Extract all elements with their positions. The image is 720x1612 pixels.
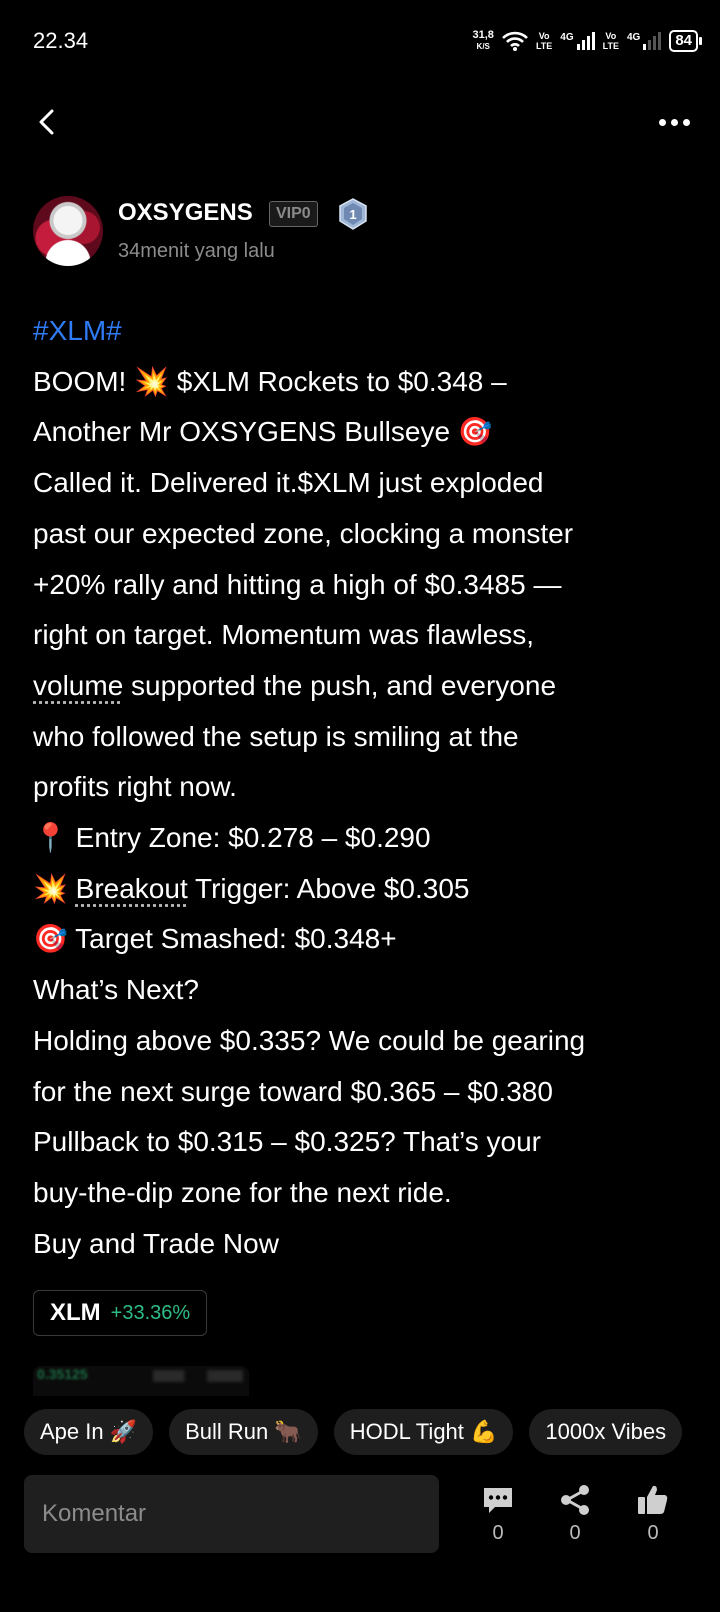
like-count: 0 [647,1522,659,1544]
image-blurred-content [153,1370,243,1382]
reaction-ape-in[interactable]: Ape In 🚀 [24,1409,154,1455]
back-button[interactable] [30,104,66,140]
post-image-preview[interactable]: 0.35125 [33,1366,249,1396]
post-line-rest: Trigger: Above $0.305 [187,872,470,904]
status-icons: 31,8 K/S Vo LTE 4G Vo LTE 4G 84 [473,26,702,56]
coin-change: +33.36% [110,1301,191,1324]
wifi-icon [502,31,528,51]
post-line: past our expected zone, clocking a monst… [33,517,574,549]
post-line: profits right now. [33,771,237,803]
thumbs-up-icon [638,1485,668,1514]
battery-icon: 84 [669,30,702,52]
comment-count: 0 [492,1522,504,1544]
volte-1-bottom: LTE [535,41,553,51]
reaction-bull-run[interactable]: Bull Run 🐂 [169,1409,318,1455]
post-line: Another Mr OXSYGENS Bullseye 🎯 [33,416,493,448]
comment-input[interactable] [24,1475,439,1553]
share-count: 0 [569,1522,581,1544]
volte-2-bottom: LTE [602,41,619,51]
post-timestamp: 34menit yang lalu [118,240,275,262]
reaction-1000x-vibes[interactable]: 1000x Vibes [529,1409,683,1455]
signal-icon: 4G [626,32,662,50]
avatar[interactable] [33,196,103,266]
network-type-2: 4G [626,32,641,43]
post-body: #XLM# BOOM! 💥 $XLM Rockets to $0.348 – A… [33,306,683,1269]
post-line-rest: supported the push, and everyone [123,669,557,701]
back-chevron-icon [39,109,54,135]
volte-badge-1: Vo LTE [536,31,552,51]
network-type-1: 4G [560,32,574,43]
signal-icon: 4G [560,32,595,50]
post-line: for the next surge toward $0.365 – $0.38… [33,1075,553,1107]
volte-1-top: Vo [538,31,550,41]
comment-button[interactable]: 0 [476,1482,520,1545]
level-shield-icon: 1 [339,198,367,230]
share-icon [561,1485,589,1515]
coin-chip-xlm[interactable]: XLM +33.36% [33,1290,208,1336]
post-line: Pullback to $0.315 – $0.325? That’s your [33,1126,541,1158]
level-number: 1 [349,207,356,222]
term-link-volume[interactable]: volume [33,670,123,701]
reaction-chips: Ape In 🚀 Bull Run 🐂 HODL Tight 💪 1000x V… [24,1409,683,1455]
coin-symbol: XLM [50,1299,101,1326]
share-button[interactable]: 0 [553,1482,597,1545]
comment-icon [484,1488,512,1513]
post-line: who followed the setup is smiling at the [33,720,519,752]
network-speed-value: 31,8 [472,29,494,41]
author-name[interactable]: OXSYGENS [118,199,253,227]
post-line: What’s Next? [33,974,199,1006]
post-line: 🎯 Target Smashed: $0.348+ [33,923,397,955]
volte-2-top: Vo [605,31,617,41]
network-speed-unit: K/S [476,42,490,51]
network-speed: 31,8 K/S [473,30,494,52]
post-line: Called it. Delivered it.$XLM just explod… [33,467,544,499]
post-line: BOOM! 💥 $XLM Rockets to $0.348 – [33,365,507,397]
post-line: Buy and Trade Now [33,1227,279,1259]
more-options-button[interactable] [654,104,694,140]
post-line: volume supported the push, and everyone [33,661,683,712]
term-link-breakout[interactable]: Breakout [76,873,188,904]
post-line: right on target. Momentum was flawless, [33,619,535,651]
post-line-emoji: 💥 [33,872,76,904]
vip-badge: VIP0 [269,201,318,227]
status-clock: 22.34 [33,28,89,53]
hashtag-link[interactable]: #XLM# [33,315,122,346]
status-bar: 22.34 31,8 K/S Vo LTE 4G Vo LTE 4G 84 [0,0,720,80]
like-button[interactable]: 0 [631,1482,675,1545]
volte-badge-2: Vo LTE [603,31,619,51]
post-line: +20% rally and hitting a high of $0.3485… [33,568,562,600]
reaction-hodl-tight[interactable]: HODL Tight 💪 [333,1409,514,1455]
image-price-text: 0.35125 [37,1366,88,1382]
more-dots-icon [658,118,666,126]
post-line: 💥 Breakout Trigger: Above $0.305 [33,864,683,915]
post-line: 📍 Entry Zone: $0.278 – $0.290 [33,822,431,854]
post-line: buy-the-dip zone for the next ride. [33,1176,452,1208]
post-line: Holding above $0.335? We could be gearin… [33,1024,586,1056]
